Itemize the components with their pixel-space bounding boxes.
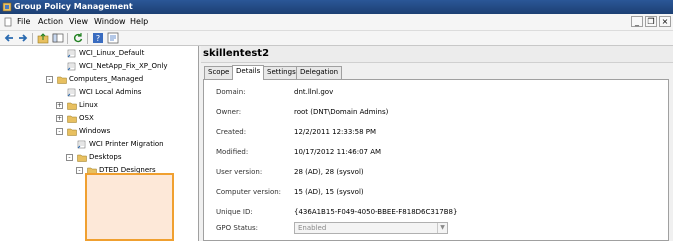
tree-node[interactable]: WCI_NetApp_Fix_XP_Only: [0, 62, 198, 72]
gpo-link-icon: [67, 88, 76, 97]
tree-node-label: Computers_Managed: [69, 75, 144, 83]
tab-settings[interactable]: Settings: [263, 66, 300, 79]
help-icon[interactable]: ?: [92, 32, 104, 44]
gpo-status-dropdown[interactable]: Enabled ▼: [294, 222, 448, 234]
close-button[interactable]: ×: [659, 16, 671, 27]
field-value: 15 (AD), 15 (sysvol): [294, 188, 364, 196]
folder-icon: [67, 102, 77, 110]
menu-file[interactable]: File: [17, 17, 30, 26]
menu-action[interactable]: Action: [38, 17, 63, 26]
field-value: 10/17/2012 11:46:07 AM: [294, 148, 382, 156]
tree-node[interactable]: WCI Local Admins: [0, 88, 198, 98]
chevron-down-icon[interactable]: ▼: [437, 223, 447, 233]
folder-icon: [77, 154, 87, 162]
field-label: Created:: [216, 128, 247, 136]
forward-arrow-icon[interactable]: [17, 32, 29, 44]
up-folder-icon[interactable]: [37, 32, 49, 44]
collapse-icon[interactable]: -: [66, 154, 73, 161]
gpo-link-icon: [67, 49, 76, 58]
menu-window[interactable]: Window: [94, 17, 126, 26]
menu-bar: File Action View Window Help: [0, 14, 673, 31]
field-value: 28 (AD), 28 (sysvol): [294, 168, 364, 176]
group-policy-icon: [2, 2, 12, 12]
tab-delegation[interactable]: Delegation: [296, 66, 343, 79]
gpo-link-icon: [77, 140, 86, 149]
tree-node-label: Linux: [79, 101, 98, 109]
tree-node-label: OSX: [79, 114, 94, 122]
highlight-overlay: [85, 173, 174, 241]
gpo-name-heading: skillentest2: [201, 46, 673, 63]
folder-icon: [67, 128, 77, 136]
field-value: 12/2/2011 12:33:58 PM: [294, 128, 377, 136]
menu-view[interactable]: View: [69, 17, 88, 26]
tree-node[interactable]: + Linux: [0, 101, 198, 111]
properties-icon[interactable]: [107, 32, 119, 44]
field-label: Unique ID:: [216, 208, 253, 216]
expand-icon[interactable]: +: [56, 115, 63, 122]
field-value: root (DNT\Domain Admins): [294, 108, 389, 116]
tree-node-label: Desktops: [89, 153, 122, 161]
field-label: Modified:: [216, 148, 249, 156]
restore-button[interactable]: ❐: [645, 16, 657, 27]
tree-node-label: WCI Local Admins: [79, 88, 142, 96]
back-arrow-icon[interactable]: [3, 32, 15, 44]
tree-node[interactable]: + OSX: [0, 114, 198, 124]
tree-node[interactable]: - Desktops: [0, 153, 198, 163]
window-title: Group Policy Management: [14, 2, 133, 11]
field-label: Owner:: [216, 108, 242, 116]
folder-icon: [67, 115, 77, 123]
collapse-icon[interactable]: -: [76, 167, 83, 174]
tree-node[interactable]: WCI Printer Migration: [0, 140, 198, 150]
field-label: Computer version:: [216, 188, 282, 196]
field-value: {436A1B15-F049-4050-BBEE-F818D6C317B8}: [294, 208, 458, 216]
tree-node[interactable]: WCI_Linux_Default: [0, 49, 198, 59]
svg-text:?: ?: [96, 34, 100, 43]
refresh-icon[interactable]: [72, 32, 84, 44]
details-pane: skillentest2 Scope Details Settings Dele…: [201, 46, 673, 241]
field-label: User version:: [216, 168, 263, 176]
tree-node[interactable]: - Windows: [0, 127, 198, 137]
document-icon[interactable]: [3, 17, 13, 27]
expand-icon[interactable]: +: [56, 102, 63, 109]
field-label: Domain:: [216, 88, 246, 96]
tree-node-label: Windows: [79, 127, 111, 135]
tree-node[interactable]: - Computers_Managed: [0, 75, 198, 85]
tree-node-label: WCI Printer Migration: [89, 140, 164, 148]
show-hide-tree-icon[interactable]: [52, 32, 64, 44]
tab-details[interactable]: Details: [232, 65, 265, 80]
folder-icon: [57, 76, 67, 84]
gpo-link-icon: [67, 62, 76, 71]
tree-node-label: WCI_Linux_Default: [79, 49, 145, 57]
field-value: dnt.llnl.gov: [294, 88, 334, 96]
gpo-status-value: Enabled: [298, 224, 327, 232]
collapse-icon[interactable]: -: [56, 128, 63, 135]
details-panel: Domain: dnt.llnl.gov Owner: root (DNT\Domai…: [203, 79, 669, 241]
tree-node-label: WCI_NetApp_Fix_XP_Only: [79, 62, 168, 70]
toolbar: ?: [0, 31, 673, 46]
title-bar: Group Policy Management: [0, 0, 673, 14]
gpo-status-label: GPO Status:: [216, 224, 259, 232]
tab-scope[interactable]: Scope: [204, 66, 234, 79]
minimize-button[interactable]: _: [631, 16, 643, 27]
collapse-icon[interactable]: -: [46, 76, 53, 83]
menu-help[interactable]: Help: [130, 17, 148, 26]
